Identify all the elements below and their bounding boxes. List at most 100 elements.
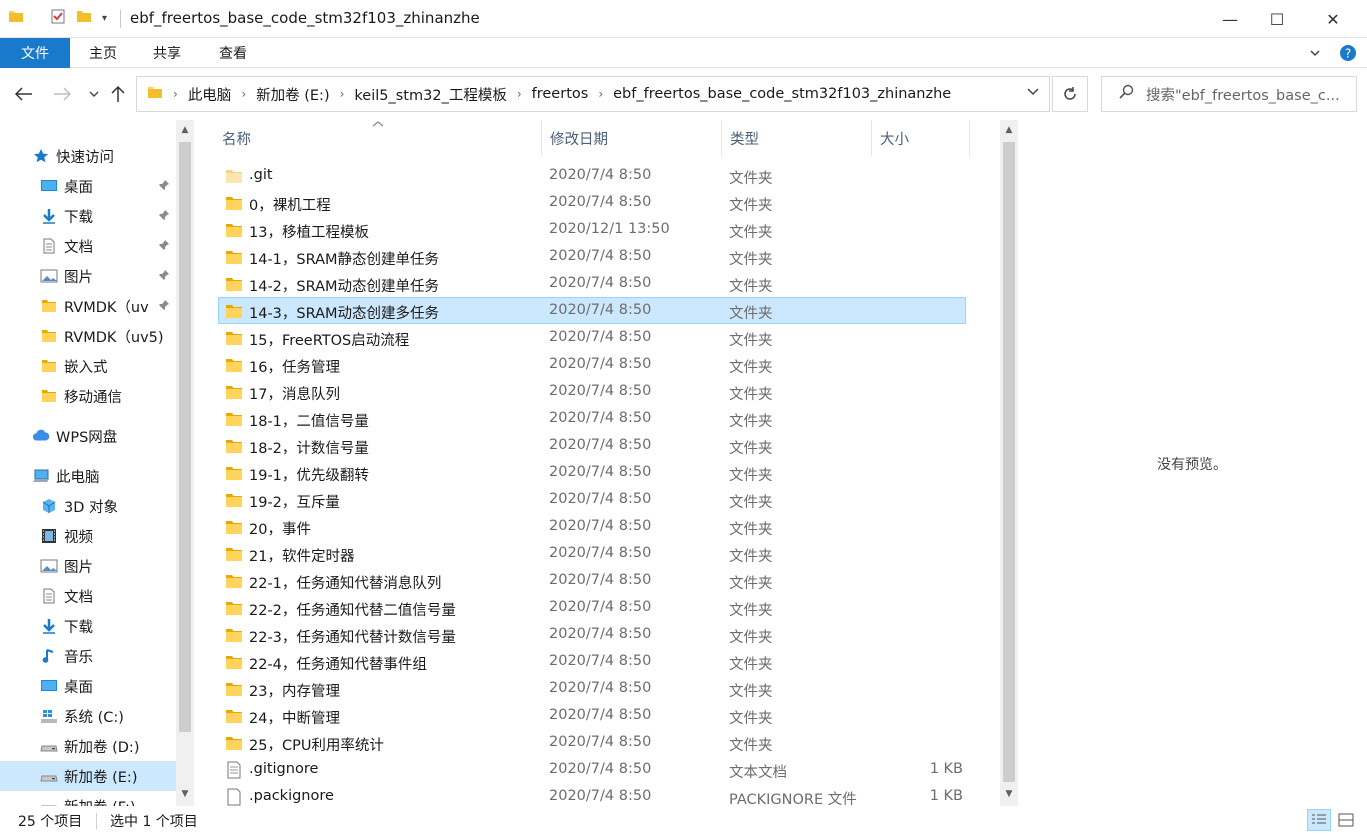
column-header-type[interactable]: 类型	[722, 120, 872, 156]
sidebar-item[interactable]: 文档	[0, 231, 176, 261]
sidebar-item-label: 图片	[64, 269, 93, 286]
file-row[interactable]: 25，CPU利用率统计 2020/7/4 8:50 文件夹	[218, 729, 966, 756]
column-header-date[interactable]: 修改日期	[542, 120, 722, 156]
scroll-down-arrow[interactable]: ▼	[176, 784, 194, 804]
sidebar-item-label: 嵌入式	[64, 359, 108, 376]
folder-icon	[40, 297, 58, 315]
sidebar-item[interactable]: 新加卷 (F:)	[0, 791, 176, 806]
tab-file[interactable]: 文件	[0, 38, 70, 68]
sidebar-item-label: 快速访问	[56, 149, 114, 166]
desktop-icon	[40, 677, 58, 695]
minimize-button[interactable]: —	[1207, 0, 1253, 38]
file-row[interactable]: 20，事件 2020/7/4 8:50 文件夹	[218, 513, 966, 540]
refresh-button[interactable]	[1052, 76, 1088, 112]
close-button[interactable]: ✕	[1310, 0, 1356, 38]
sidebar-item[interactable]: 快速访问	[0, 141, 176, 171]
details-view-button[interactable]	[1307, 809, 1331, 831]
large-icons-view-button[interactable]	[1334, 809, 1358, 831]
file-row[interactable]: 22-3，任务通知代替计数信号量 2020/7/4 8:50 文件夹	[218, 621, 966, 648]
scroll-thumb[interactable]	[1003, 142, 1015, 782]
document-icon	[40, 587, 58, 605]
tab-share[interactable]: 共享	[144, 38, 190, 68]
tab-home[interactable]: 主页	[80, 38, 126, 68]
file-row[interactable]: 16，任务管理 2020/7/4 8:50 文件夹	[218, 351, 966, 378]
search-input[interactable]: 搜索"ebf_freertos_base_c...	[1101, 76, 1357, 112]
file-row[interactable]: 15，FreeRTOS启动流程 2020/7/4 8:50 文件夹	[218, 324, 966, 351]
sidebar-item[interactable]: 新加卷 (D:)	[0, 731, 176, 761]
drive-icon	[40, 797, 58, 806]
sidebar-item-label: 新加卷 (E:)	[64, 769, 138, 786]
file-type: 文件夹	[729, 441, 773, 457]
sidebar-item[interactable]: 3D 对象	[0, 491, 176, 521]
file-date: 2020/7/4 8:50	[549, 707, 652, 723]
file-name: 14-2，SRAM动态创建单任务	[249, 279, 440, 295]
sidebar-item[interactable]: 新加卷 (E:)	[0, 761, 176, 791]
file-row[interactable]: 19-2，互斥量 2020/7/4 8:50 文件夹	[218, 486, 966, 513]
column-header-size[interactable]: 大小	[872, 120, 970, 156]
sidebar-item[interactable]: 系统 (C:)	[0, 701, 176, 731]
file-row[interactable]: 21，软件定时器 2020/7/4 8:50 文件夹	[218, 540, 966, 567]
scroll-up-arrow[interactable]: ▲	[1000, 120, 1018, 140]
recent-locations-button[interactable]	[84, 84, 104, 104]
file-row[interactable]: 19-1，优先级翻转 2020/7/4 8:50 文件夹	[218, 459, 966, 486]
sidebar-item[interactable]: RVMDK（uv5)	[0, 321, 176, 351]
file-row[interactable]: 13，移植工程模板 2020/12/1 13:50 文件夹	[218, 216, 966, 243]
large-icons-view-icon	[1338, 813, 1354, 827]
address-dropdown-button[interactable]	[1027, 85, 1039, 101]
customize-dropdown-icon[interactable]: ▾	[102, 13, 107, 24]
file-row[interactable]: 14-3，SRAM动态创建多任务 2020/7/4 8:50 文件夹	[218, 297, 966, 324]
breadcrumb-freertos[interactable]: freertos	[532, 86, 589, 102]
navigation-pane-scrollbar[interactable]: ▲ ▼	[176, 120, 194, 806]
file-list-scrollbar[interactable]: ▲ ▼	[1000, 120, 1018, 806]
file-row[interactable]: 22-1，任务通知代替消息队列 2020/7/4 8:50 文件夹	[218, 567, 966, 594]
breadcrumb-drive-e[interactable]: 新加卷 (E:)	[256, 84, 329, 105]
breadcrumb-this-pc[interactable]: 此电脑	[188, 84, 232, 105]
sidebar-item[interactable]: 桌面	[0, 171, 176, 201]
file-row[interactable]: .packignore 2020/7/4 8:50 PACKIGNORE 文件 1 K…	[218, 783, 966, 806]
sidebar-item[interactable]: WPS网盘	[0, 421, 176, 451]
file-row[interactable]: 18-2，计数信号量 2020/7/4 8:50 文件夹	[218, 432, 966, 459]
new-folder-icon[interactable]	[76, 8, 92, 28]
scroll-down-arrow[interactable]: ▼	[1000, 784, 1018, 804]
file-row[interactable]: 18-1，二值信号量 2020/7/4 8:50 文件夹	[218, 405, 966, 432]
file-row[interactable]: 14-1，SRAM静态创建单任务 2020/7/4 8:50 文件夹	[218, 243, 966, 270]
file-row[interactable]: 22-4，任务通知代替事件组 2020/7/4 8:50 文件夹	[218, 648, 966, 675]
file-date: 2020/7/4 8:50	[549, 788, 652, 804]
forward-button[interactable]	[52, 84, 72, 104]
file-row[interactable]: .git 2020/7/4 8:50 文件夹	[218, 162, 966, 189]
properties-icon[interactable]	[50, 8, 66, 28]
file-row[interactable]: 17，消息队列 2020/7/4 8:50 文件夹	[218, 378, 966, 405]
chevron-down-icon[interactable]	[1309, 47, 1321, 63]
breadcrumb-current[interactable]: ebf_freertos_base_code_stm32f103_zhinanz…	[613, 86, 951, 102]
sidebar-item[interactable]: 视频	[0, 521, 176, 551]
column-header-name[interactable]: 名称	[214, 120, 542, 156]
sidebar-item[interactable]: 移动通信	[0, 381, 176, 411]
file-row[interactable]: 23，内存管理 2020/7/4 8:50 文件夹	[218, 675, 966, 702]
address-bar[interactable]: › 此电脑 › 新加卷 (E:) › keil5_stm32_工程模板 › fr…	[136, 76, 1050, 112]
file-row[interactable]: 14-2，SRAM动态创建单任务 2020/7/4 8:50 文件夹	[218, 270, 966, 297]
sidebar-item[interactable]: 文档	[0, 581, 176, 611]
sidebar-item[interactable]: 下载	[0, 611, 176, 641]
scroll-up-arrow[interactable]: ▲	[176, 120, 194, 140]
sidebar-item[interactable]: 桌面	[0, 671, 176, 701]
help-icon[interactable]: ?	[1339, 44, 1357, 66]
sidebar-item[interactable]: 音乐	[0, 641, 176, 671]
scroll-thumb[interactable]	[179, 142, 191, 732]
sidebar-item[interactable]: 下载	[0, 201, 176, 231]
file-date: 2020/7/4 8:50	[549, 356, 652, 372]
file-row[interactable]: 0，裸机工程 2020/7/4 8:50 文件夹	[218, 189, 966, 216]
file-row[interactable]: 22-2，任务通知代替二值信号量 2020/7/4 8:50 文件夹	[218, 594, 966, 621]
breadcrumb-keil5[interactable]: keil5_stm32_工程模板	[354, 84, 506, 105]
sidebar-item[interactable]: 嵌入式	[0, 351, 176, 381]
back-button[interactable]	[14, 84, 34, 104]
up-button[interactable]	[108, 84, 128, 104]
maximize-button[interactable]: ☐	[1254, 0, 1300, 38]
computer-icon	[32, 467, 50, 485]
file-row[interactable]: 24，中断管理 2020/7/4 8:50 文件夹	[218, 702, 966, 729]
sidebar-item[interactable]: 图片	[0, 551, 176, 581]
sidebar-item[interactable]: 图片	[0, 261, 176, 291]
sidebar-item[interactable]: 此电脑	[0, 461, 176, 491]
sidebar-item[interactable]: RVMDK（uv	[0, 291, 176, 321]
file-row[interactable]: .gitignore 2020/7/4 8:50 文本文档 1 KB	[218, 756, 966, 783]
tab-view[interactable]: 查看	[210, 38, 256, 68]
